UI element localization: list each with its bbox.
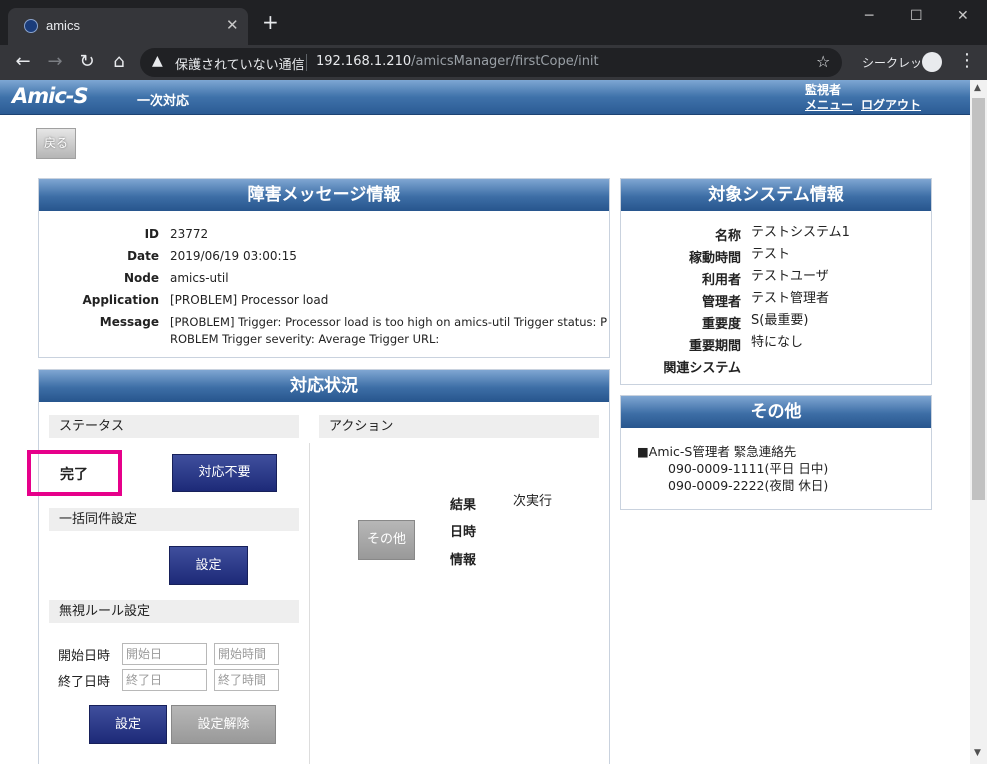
new-tab-button[interactable]: + xyxy=(262,12,279,32)
incident-id-label: ID xyxy=(144,227,159,241)
system-name-label: 名称 xyxy=(714,229,741,244)
system-period-value: 特になし xyxy=(751,335,804,350)
start-datetime-label: 開始日時 xyxy=(58,649,111,664)
incident-date-label: Date xyxy=(127,249,159,263)
bookmark-star-icon[interactable]: ☆ xyxy=(816,52,830,71)
system-admin-label: 管理者 xyxy=(701,295,741,310)
datetime-label: 日時 xyxy=(450,525,477,540)
system-user-label: 利用者 xyxy=(701,273,741,288)
page-scrollbar[interactable]: ▲ ▼ xyxy=(970,80,987,764)
other-panel-title: その他 xyxy=(621,396,931,428)
system-admin-value: テスト管理者 xyxy=(751,291,830,306)
app-header: Amic-S 一次対応 監視者 メニュー ログアウト xyxy=(0,80,970,115)
close-window-icon[interactable]: ✕ xyxy=(957,8,969,24)
incident-panel-title: 障害メッセージ情報 xyxy=(39,179,609,211)
incident-message-value-cont: ROBLEM Trigger severity: Average Trigger… xyxy=(170,332,440,346)
incident-application-label: Application xyxy=(82,293,159,307)
browser-menu-icon[interactable]: ⋮ xyxy=(958,50,976,71)
browser-tab[interactable]: amics ✕ xyxy=(8,8,248,45)
system-uptime-label: 稼動時間 xyxy=(688,251,741,266)
system-related-label: 関連システム xyxy=(663,361,741,376)
start-time-input[interactable]: 開始時間 xyxy=(214,643,279,665)
status-value: 完了 xyxy=(60,467,88,483)
ignore-rule-set-button[interactable]: 設定 xyxy=(89,705,167,744)
home-icon[interactable]: ⌂ xyxy=(108,51,130,73)
forward-arrow-icon[interactable]: → xyxy=(44,51,66,73)
emergency-phone-night: 090-0009-2222(夜間 休日) xyxy=(668,478,829,493)
incognito-icon[interactable] xyxy=(922,52,942,72)
response-panel-title: 対応状況 xyxy=(39,370,609,402)
system-importance-value: S(最重要) xyxy=(751,313,809,328)
browser-toolbar: ← → ↻ ⌂ ▲ 保護されていない通信 192.168.1.210/amics… xyxy=(0,45,987,80)
system-importance-label: 重要度 xyxy=(701,317,741,332)
close-tab-icon[interactable]: ✕ xyxy=(226,16,239,34)
incident-date-value: 2019/06/19 03:00:15 xyxy=(170,249,297,263)
emergency-phone-weekday: 090-0009-1111(平日 日中) xyxy=(668,461,829,476)
incident-node-value: amics-util xyxy=(170,271,229,285)
system-name-value: テストシステム1 xyxy=(751,225,850,240)
favicon-icon xyxy=(24,19,38,33)
warning-icon: ▲ xyxy=(152,53,163,69)
app-logo: Amic-S xyxy=(12,84,89,108)
not-required-button[interactable]: 対応不要 xyxy=(172,454,277,492)
end-time-input[interactable]: 終了時間 xyxy=(214,669,279,691)
incident-message-label: Message xyxy=(99,315,159,329)
incident-panel: 障害メッセージ情報 ID 23772 Date 2019/06/19 03:00… xyxy=(38,178,610,358)
incident-message-value: [PROBLEM] Trigger: Processor load is too… xyxy=(170,315,608,329)
status-subheading: ステータス xyxy=(49,415,299,438)
emergency-contact-title: ■Amic-S管理者 緊急連絡先 xyxy=(637,444,797,459)
bulk-set-button[interactable]: 設定 xyxy=(169,546,248,585)
minimize-icon[interactable]: ─ xyxy=(865,8,873,24)
incident-node-label: Node xyxy=(123,271,159,285)
back-arrow-icon[interactable]: ← xyxy=(12,51,34,73)
result-label: 結果 xyxy=(450,498,477,513)
result-value: 次実行 xyxy=(513,494,553,509)
logout-link[interactable]: ログアウト xyxy=(861,96,921,113)
system-panel-title: 対象システム情報 xyxy=(621,179,931,211)
url-divider xyxy=(306,54,307,71)
info-label: 情報 xyxy=(450,553,477,568)
maximize-icon[interactable]: ☐ xyxy=(910,8,923,24)
system-period-label: 重要期間 xyxy=(688,339,741,354)
back-button[interactable]: 戻る xyxy=(36,128,76,159)
bulk-setting-subheading: 一括同件設定 xyxy=(49,508,299,531)
scrollbar-thumb[interactable] xyxy=(972,98,985,500)
scroll-up-icon[interactable]: ▲ xyxy=(974,83,981,93)
end-date-input[interactable]: 終了日 xyxy=(122,669,207,691)
other-panel: その他 ■Amic-S管理者 緊急連絡先 090-0009-1111(平日 日中… xyxy=(620,395,932,510)
system-user-value: テストユーザ xyxy=(751,269,829,284)
end-datetime-label: 終了日時 xyxy=(58,675,111,690)
other-action-button[interactable]: その他 xyxy=(358,520,415,560)
incident-application-value: [PROBLEM] Processor load xyxy=(170,293,329,307)
system-panel: 対象システム情報 名称 テストシステム1 稼動時間 テスト 利用者 テストユーザ… xyxy=(620,178,932,385)
url-text[interactable]: 192.168.1.210/amicsManager/firstCope/ini… xyxy=(316,54,599,69)
screen-title: 一次対応 xyxy=(137,94,190,109)
ignore-rule-unset-button[interactable]: 設定解除 xyxy=(171,705,276,744)
action-subheading: アクション xyxy=(319,415,599,438)
system-uptime-value: テスト xyxy=(751,247,791,262)
scroll-down-icon[interactable]: ▼ xyxy=(974,748,981,758)
tab-title: amics xyxy=(46,18,80,33)
menu-link[interactable]: メニュー xyxy=(805,96,853,113)
insecure-label: 保護されていない通信 xyxy=(175,58,305,73)
browser-tabbar: amics ✕ + ─ ☐ ✕ xyxy=(0,0,987,45)
ignore-rule-subheading: 無視ルール設定 xyxy=(49,600,299,623)
incident-id-value: 23772 xyxy=(170,227,209,241)
start-date-input[interactable]: 開始日 xyxy=(122,643,207,665)
reload-icon[interactable]: ↻ xyxy=(76,51,98,73)
column-divider xyxy=(309,443,310,764)
address-bar[interactable]: ▲ 保護されていない通信 192.168.1.210/amicsManager/… xyxy=(140,48,842,77)
